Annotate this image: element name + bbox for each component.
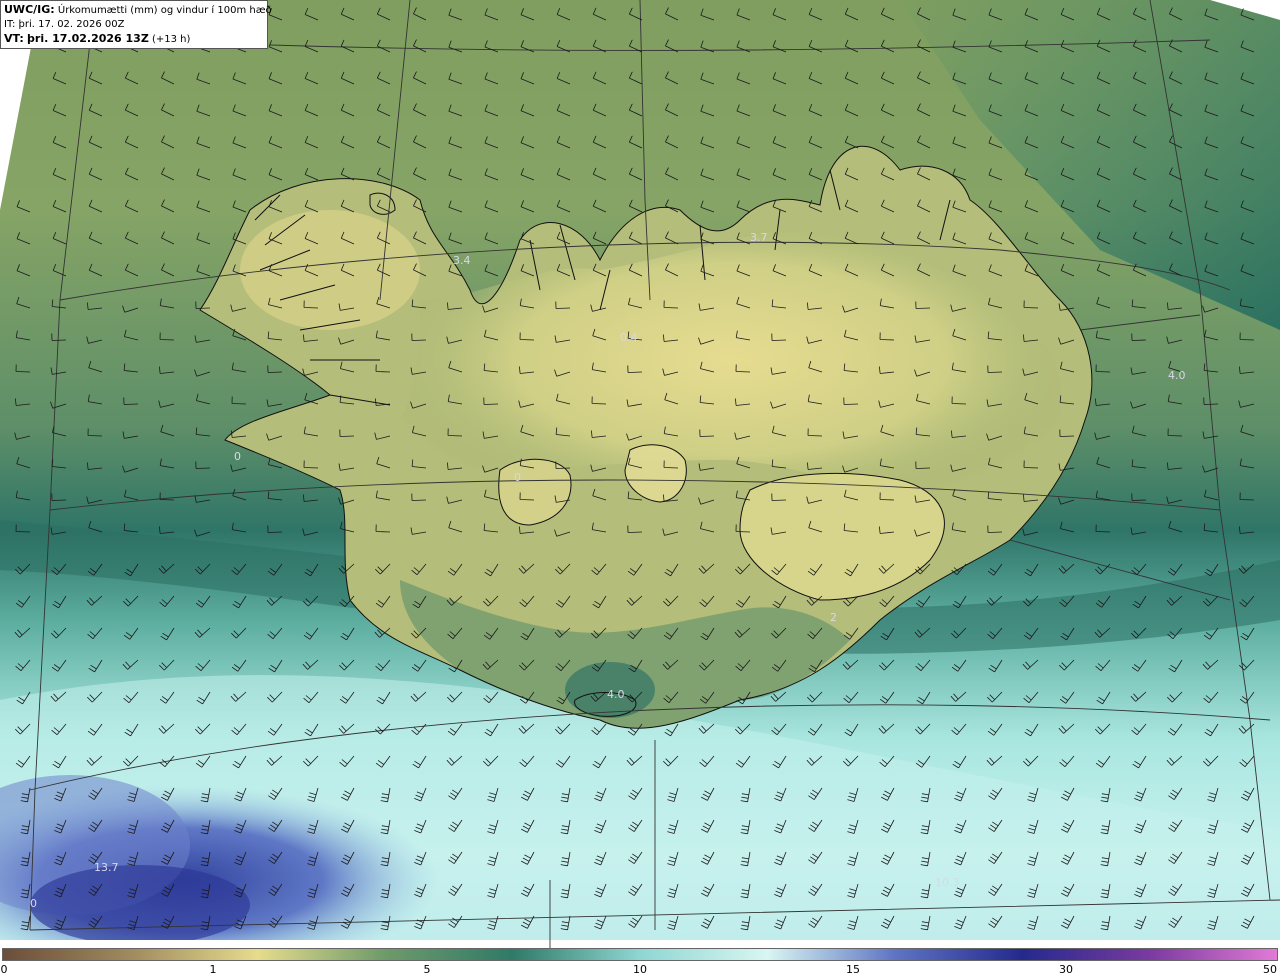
valid-label: VT: [4, 32, 24, 45]
map-value: 13.7 [94, 861, 119, 874]
init-label: IT: [4, 19, 16, 30]
colorbar-tick: 5 [423, 963, 431, 976]
colorbar-tick: 50 [1263, 963, 1277, 976]
lead-time: (+13 h) [151, 34, 191, 45]
colorbar-strip [2, 948, 1278, 961]
map-value: 4.0 [1168, 369, 1186, 382]
colorbar-tick: 0 [0, 963, 8, 976]
map-viewer: 3.4 3.7 0.4 4.0 0 0 2 4.0 13.7 10.3 0 UW… [0, 0, 1280, 978]
init-time: þri. 17. 02. 2026 00Z [18, 19, 125, 30]
map-value: 0 [514, 471, 521, 484]
colorbar-tick: 30 [1059, 963, 1073, 976]
map-value: 4.0 [607, 688, 625, 701]
precipitation-colorbar: 0 1 5 10 15 30 50 [0, 948, 1280, 978]
map-value: 0 [30, 897, 37, 910]
colorbar-tick: 15 [846, 963, 860, 976]
map-title: Úrkomumætti (mm) og vindur í 100m hæð [57, 5, 272, 16]
map-info-box: UWC/IG: Úrkomumætti (mm) og vindur í 100… [0, 0, 272, 49]
map-value: 0 [234, 450, 241, 463]
map-value: 10.3 [935, 876, 960, 889]
colorbar-tick: 1 [209, 963, 217, 976]
map-value: 3.4 [453, 254, 471, 267]
map-value: 2 [830, 611, 837, 624]
map-value: 0.4 [620, 331, 638, 344]
valid-time: þri. 17.02.2026 13Z [27, 32, 149, 45]
model-label: UWC/IG: [4, 3, 55, 16]
weather-map[interactable]: 3.4 3.7 0.4 4.0 0 0 2 4.0 13.7 10.3 0 [0, 0, 1280, 948]
colorbar-tick: 10 [633, 963, 647, 976]
map-value: 3.7 [750, 231, 768, 244]
